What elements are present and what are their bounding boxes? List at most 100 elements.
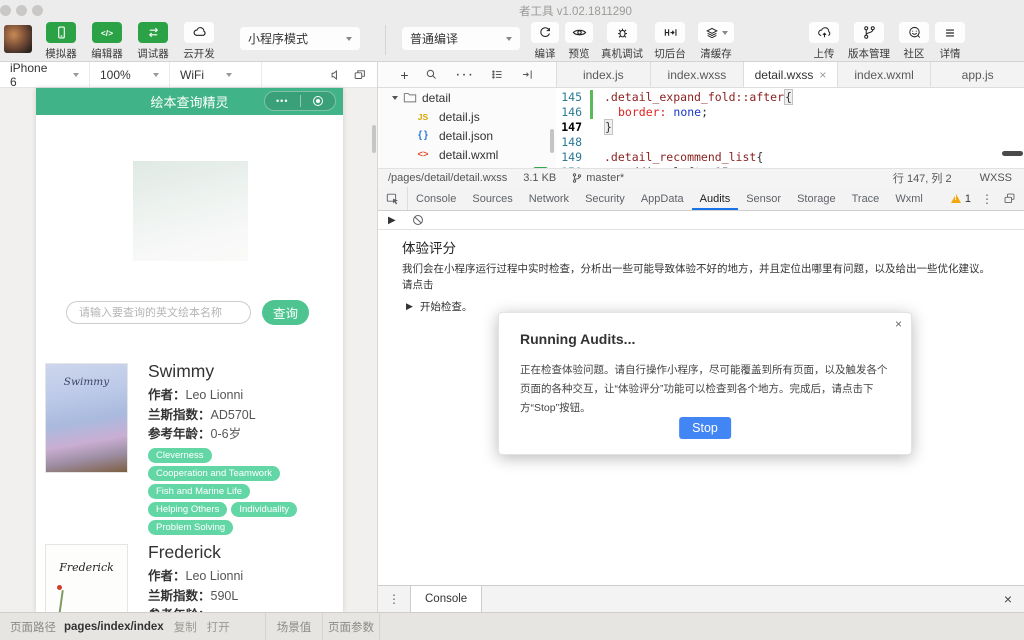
- tab-detail-wxss[interactable]: detail.wxss ×: [743, 62, 837, 87]
- tab-index-js[interactable]: index.js: [556, 62, 650, 87]
- copy-link[interactable]: 复制: [174, 619, 197, 635]
- tab-security[interactable]: Security: [577, 187, 633, 210]
- folder-icon: [403, 91, 417, 104]
- tag: Cleverness: [148, 448, 212, 463]
- simulator-button[interactable]: 模拟器: [38, 22, 84, 61]
- debugger-button[interactable]: 调试器: [130, 22, 176, 61]
- more-dots-icon[interactable]: •••: [265, 96, 300, 106]
- page-path-label: 页面路径: [10, 621, 56, 634]
- community-button[interactable]: 社区: [896, 22, 932, 61]
- editor-button[interactable]: </> 编辑器: [84, 22, 130, 61]
- language-mode[interactable]: WXSS: [980, 172, 1012, 184]
- speaker-icon[interactable]: [329, 68, 343, 82]
- collapse-editor-icon[interactable]: [521, 68, 534, 81]
- tab-storage[interactable]: Storage: [789, 187, 844, 210]
- close-target-icon[interactable]: [312, 96, 323, 106]
- warning-badge[interactable]: 1: [950, 193, 971, 205]
- tab-wxml[interactable]: Wxml: [887, 187, 931, 210]
- page-params-tab[interactable]: 页面参数: [322, 613, 379, 640]
- add-file-icon[interactable]: +: [400, 67, 408, 83]
- search-input[interactable]: [66, 301, 251, 324]
- outline-list-icon[interactable]: [491, 68, 504, 81]
- chevron-down-icon: [226, 72, 232, 77]
- more-icon[interactable]: ···: [455, 66, 474, 84]
- cloud-dev-button[interactable]: 云开发: [176, 22, 222, 61]
- zoom-select[interactable]: 100%: [90, 62, 170, 87]
- tab-index-wxml[interactable]: index.wxml: [836, 62, 931, 87]
- traffic-light-close[interactable]: [0, 5, 11, 16]
- file-size: 3.1 KB: [523, 172, 557, 184]
- remote-debug-button[interactable]: 真机调试: [596, 22, 648, 61]
- close-icon[interactable]: ×: [819, 68, 826, 82]
- mini-program-header: 绘本查询精灵 •••: [36, 88, 343, 115]
- code-editor[interactable]: 145 .detail_expand_fold::after{ 146 border…: [556, 88, 1024, 168]
- chevron-down-icon: [73, 72, 79, 77]
- dock-icon[interactable]: [1003, 192, 1016, 205]
- switch-background-button[interactable]: 切后台: [648, 22, 692, 61]
- block-icon[interactable]: [412, 214, 424, 226]
- tab-audits[interactable]: Audits: [692, 187, 739, 210]
- version-control-button[interactable]: 版本管理: [842, 22, 896, 61]
- traffic-light-zoom[interactable]: [32, 5, 43, 16]
- tab-trace[interactable]: Trace: [844, 187, 888, 210]
- console-drawer-tab[interactable]: Console: [410, 586, 483, 612]
- details-button[interactable]: 详情: [932, 22, 968, 61]
- inspect-icon[interactable]: [378, 187, 408, 210]
- smiley-icon: [907, 25, 922, 40]
- compile-mode-select[interactable]: 普通编译: [402, 27, 520, 50]
- stop-button[interactable]: Stop: [679, 417, 731, 439]
- compile-button[interactable]: 编译: [528, 22, 562, 61]
- search-icon[interactable]: [425, 68, 438, 81]
- branch-icon: [862, 25, 877, 40]
- file-detail-js[interactable]: JS detail.js: [378, 107, 556, 126]
- book-info[interactable]: Swimmy 作者：Leo Lionni 兰斯指数：AD570L 参考年龄：0-…: [148, 361, 338, 445]
- window-titlebar: 者工具 v1.02.1811290: [0, 0, 1024, 18]
- json-file-icon: { }: [418, 130, 428, 141]
- kebab-menu-icon[interactable]: ⋮: [378, 592, 410, 606]
- play-icon[interactable]: ▶: [388, 215, 396, 226]
- tag: Individuality: [231, 502, 298, 517]
- file-detail-wxml[interactable]: <> detail.wxml: [378, 145, 556, 164]
- cursor-position[interactable]: 行 147, 列 2: [893, 170, 952, 186]
- folder-detail[interactable]: detail: [378, 88, 556, 107]
- kebab-menu-icon[interactable]: ⋮: [981, 192, 993, 206]
- book-cover[interactable]: Frederick: [45, 544, 128, 612]
- layers-icon: [705, 26, 719, 40]
- tab-appdata[interactable]: AppData: [633, 187, 692, 210]
- capsule-menu[interactable]: •••: [264, 91, 336, 111]
- audits-description: 我们会在小程序运行过程中实时检查，分析出一些可能导致体验不好的地方，并且定位出哪…: [402, 263, 990, 291]
- devtools-panel: Console Sources Network Security AppData…: [378, 187, 1024, 612]
- audits-title: 体验评分: [402, 241, 456, 256]
- scrollbar[interactable]: [372, 125, 376, 153]
- tab-app-js[interactable]: app.js: [930, 62, 1024, 87]
- device-select[interactable]: iPhone 6: [0, 61, 90, 89]
- scrollbar[interactable]: [550, 129, 554, 153]
- preview-button[interactable]: 预览: [562, 22, 596, 61]
- chevron-down-icon: [506, 36, 512, 41]
- page-title: 绘本查询精灵: [150, 95, 229, 110]
- scrollbar[interactable]: [1002, 151, 1023, 156]
- tab-network[interactable]: Network: [521, 187, 577, 210]
- tab-index-wxss[interactable]: index.wxss: [649, 62, 744, 87]
- query-button[interactable]: 查询: [262, 300, 309, 325]
- mode-select[interactable]: 小程序模式: [240, 27, 360, 50]
- file-detail-json[interactable]: { } detail.json: [378, 126, 556, 145]
- git-branch[interactable]: master*: [572, 172, 624, 184]
- tab-console[interactable]: Console: [408, 187, 464, 210]
- close-icon[interactable]: ×: [895, 317, 902, 331]
- tab-sources[interactable]: Sources: [464, 187, 520, 210]
- upload-button[interactable]: 上传: [806, 22, 842, 61]
- network-select[interactable]: WiFi: [170, 62, 262, 87]
- chevron-down-icon: [152, 72, 159, 77]
- tab-sensor[interactable]: Sensor: [738, 187, 789, 210]
- open-link[interactable]: 打开: [207, 619, 230, 635]
- avatar[interactable]: [4, 25, 32, 53]
- multi-window-icon[interactable]: [353, 68, 367, 82]
- book-cover[interactable]: Swimmy: [45, 363, 128, 473]
- traffic-light-minimize[interactable]: [16, 5, 27, 16]
- scene-value-tab[interactable]: 场景值: [265, 613, 322, 640]
- clear-cache-button[interactable]: 清缓存: [692, 22, 740, 61]
- book-info[interactable]: Frederick 作者：Leo Lionni 兰斯指数：590L 参考年龄：: [148, 542, 338, 612]
- explorer-toolbar: + ···: [378, 62, 556, 87]
- close-icon[interactable]: ×: [1004, 591, 1024, 607]
